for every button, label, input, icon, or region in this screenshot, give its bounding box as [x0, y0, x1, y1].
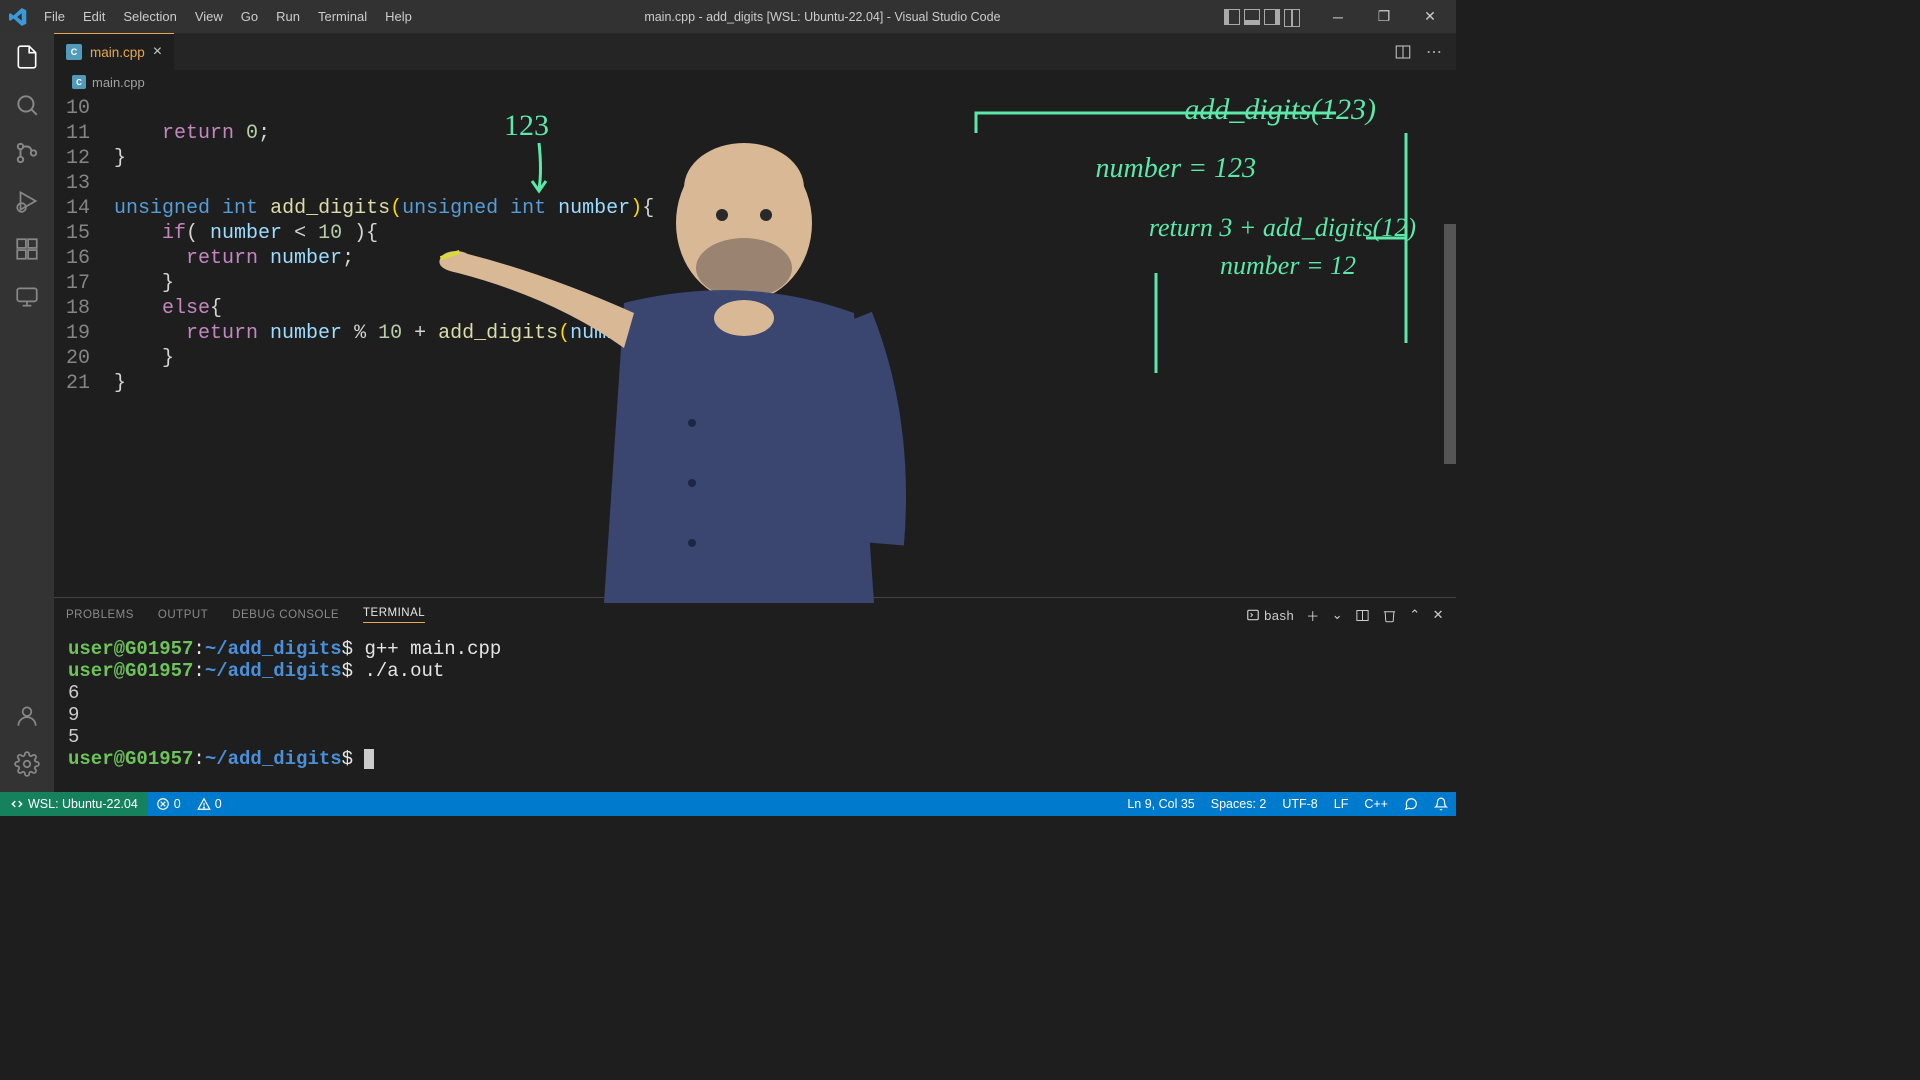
terminal-dropdown-icon[interactable]: ⌄: [1332, 607, 1343, 623]
menu-edit[interactable]: Edit: [74, 1, 114, 32]
split-terminal-icon[interactable]: [1355, 608, 1370, 623]
panel-tab-problems[interactable]: PROBLEMS: [66, 609, 134, 621]
code-editor[interactable]: 101112131415161718192021 return 0;} unsi…: [54, 94, 1456, 597]
warnings-count[interactable]: 0: [189, 797, 230, 811]
search-icon[interactable]: [13, 91, 41, 119]
new-terminal-icon[interactable]: ＋: [1306, 606, 1320, 625]
menu-view[interactable]: View: [186, 1, 232, 32]
line-numbers: 101112131415161718192021: [54, 96, 114, 597]
more-actions-icon[interactable]: ⋯: [1426, 42, 1442, 62]
panel-tab-terminal[interactable]: TERMINAL: [363, 607, 425, 623]
tab-main-cpp[interactable]: C main.cpp ×: [54, 33, 174, 70]
terminal-shell-selector[interactable]: bash: [1246, 608, 1294, 623]
activity-bar: [0, 33, 54, 792]
cpp-file-icon: C: [72, 75, 86, 89]
split-editor-icon[interactable]: [1394, 43, 1412, 61]
toggle-primary-sidebar-icon[interactable]: [1224, 9, 1240, 25]
settings-gear-icon[interactable]: [13, 750, 41, 778]
toggle-secondary-sidebar-icon[interactable]: [1264, 9, 1280, 25]
scrollbar[interactable]: [1444, 224, 1456, 464]
notifications-icon[interactable]: [1426, 797, 1456, 811]
panel-tab-output[interactable]: OUTPUT: [158, 609, 208, 621]
cpp-file-icon: C: [66, 44, 82, 60]
menu-bar: File Edit Selection View Go Run Terminal…: [35, 1, 421, 32]
minimize-button[interactable]: ─: [1316, 0, 1360, 33]
window-controls: ─ ❐ ✕: [1224, 0, 1456, 33]
remote-indicator[interactable]: WSL: Ubuntu-22.04: [0, 792, 148, 816]
run-debug-icon[interactable]: [13, 187, 41, 215]
toggle-panel-icon[interactable]: [1244, 9, 1260, 25]
main-area: C main.cpp × ⋯ C main.cpp 10111213141516…: [0, 33, 1456, 792]
editor-tabs: C main.cpp × ⋯: [54, 33, 1456, 70]
menu-help[interactable]: Help: [376, 1, 421, 32]
status-bar: WSL: Ubuntu-22.04 0 0 Ln 9, Col 35 Space…: [0, 792, 1456, 816]
panel-tab-debug-console[interactable]: DEBUG CONSOLE: [232, 609, 339, 621]
indent-info[interactable]: Spaces: 2: [1203, 797, 1275, 811]
breadcrumb-file: main.cpp: [92, 75, 145, 90]
menu-file[interactable]: File: [35, 1, 74, 32]
explorer-icon[interactable]: [13, 43, 41, 71]
terminal-content[interactable]: user@G01957:~/add_digits$ g++ main.cppus…: [54, 632, 1456, 792]
encoding-info[interactable]: UTF-8: [1274, 797, 1325, 811]
customize-layout-icon[interactable]: [1284, 9, 1300, 25]
tab-label: main.cpp: [90, 45, 145, 60]
menu-run[interactable]: Run: [267, 1, 309, 32]
close-tab-icon[interactable]: ×: [153, 43, 162, 61]
menu-go[interactable]: Go: [232, 1, 267, 32]
title-bar: File Edit Selection View Go Run Terminal…: [0, 0, 1456, 33]
close-button[interactable]: ✕: [1408, 0, 1452, 33]
kill-terminal-icon[interactable]: [1382, 608, 1397, 623]
panel-tabs: PROBLEMS OUTPUT DEBUG CONSOLE TERMINAL b…: [54, 598, 1456, 632]
editor-area: C main.cpp × ⋯ C main.cpp 10111213141516…: [54, 33, 1456, 792]
maximize-panel-icon[interactable]: ⌃: [1409, 607, 1420, 623]
cursor-position[interactable]: Ln 9, Col 35: [1119, 797, 1202, 811]
bottom-panel: PROBLEMS OUTPUT DEBUG CONSOLE TERMINAL b…: [54, 597, 1456, 792]
language-mode[interactable]: C++: [1356, 797, 1396, 811]
maximize-button[interactable]: ❐: [1362, 0, 1406, 33]
menu-terminal[interactable]: Terminal: [309, 1, 376, 32]
eol-info[interactable]: LF: [1326, 797, 1357, 811]
code-content[interactable]: return 0;} unsigned int add_digits(unsig…: [114, 96, 1456, 597]
feedback-icon[interactable]: [1396, 797, 1426, 811]
remote-explorer-icon[interactable]: [13, 283, 41, 311]
window-title: main.cpp - add_digits [WSL: Ubuntu-22.04…: [421, 10, 1224, 24]
vscode-logo-icon: [0, 8, 35, 26]
breadcrumb[interactable]: C main.cpp: [54, 70, 1456, 94]
errors-count[interactable]: 0: [148, 797, 189, 811]
accounts-icon[interactable]: [13, 702, 41, 730]
source-control-icon[interactable]: [13, 139, 41, 167]
extensions-icon[interactable]: [13, 235, 41, 263]
menu-selection[interactable]: Selection: [114, 1, 185, 32]
close-panel-icon[interactable]: ✕: [1433, 607, 1444, 623]
